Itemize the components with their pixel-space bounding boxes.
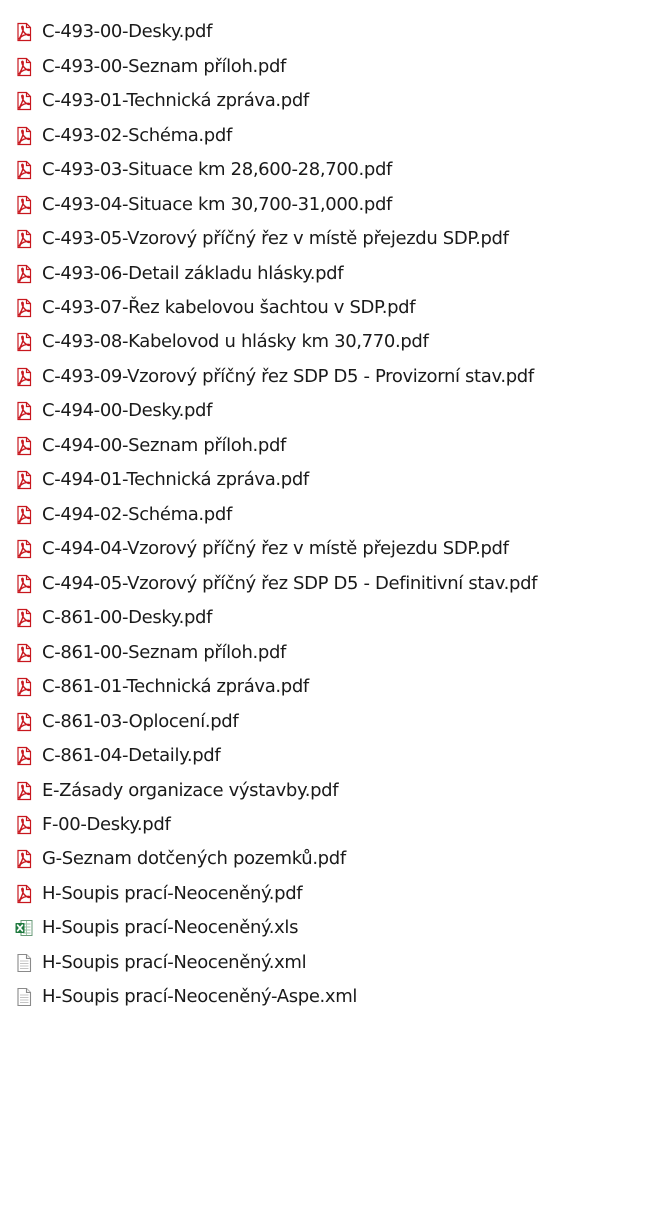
pdf-icon [14,849,34,869]
file-item[interactable]: H-Soupis prací-Neoceněný-Aspe.xml [0,980,656,1014]
pdf-icon [14,57,34,77]
file-item[interactable]: C-493-06-Detail základu hlásky.pdf [0,256,656,290]
file-name: H-Soupis prací-Neoceněný.pdf [42,882,303,904]
pdf-icon [14,298,34,318]
file-name: C-493-04-Situace km 30,700-31,000.pdf [42,193,393,215]
pdf-icon [14,436,34,456]
file-name: C-494-00-Seznam příloh.pdf [42,434,287,456]
file-name: F-00-Desky.pdf [42,814,171,836]
file-item[interactable]: F-00-Desky.pdf [0,808,656,842]
pdf-icon [14,332,34,352]
pdf-icon [14,505,34,525]
pdf-icon [14,781,34,801]
file-name: E-Zásady organizace výstavby.pdf [42,779,339,801]
text-file-icon [14,987,34,1007]
file-item[interactable]: C-494-00-Desky.pdf [0,394,656,428]
file-name: C-861-01-Technická zpráva.pdf [42,676,309,698]
file-name: H-Soupis prací-Neoceněný-Aspe.xml [42,986,358,1008]
pdf-icon [14,643,34,663]
file-item[interactable]: C-493-01-Technická zpráva.pdf [0,84,656,118]
text-file-icon [14,953,34,973]
file-name: C-494-04-Vzorový příčný řez v místě přej… [42,538,509,560]
pdf-icon [14,195,34,215]
file-name: C-494-01-Technická zpráva.pdf [42,469,309,491]
file-name: C-861-00-Seznam příloh.pdf [42,641,287,663]
file-name: H-Soupis prací-Neoceněný.xls [42,917,299,939]
pdf-icon [14,470,34,490]
file-name: C-494-02-Schéma.pdf [42,503,232,525]
file-item[interactable]: H-Soupis prací-Neoceněný.xls [0,911,656,945]
file-name: C-493-03-Situace km 28,600-28,700.pdf [42,159,393,181]
file-item[interactable]: C-494-05-Vzorový příčný řez SDP D5 - Def… [0,567,656,601]
file-name: C-493-09-Vzorový příčný řez SDP D5 - Pro… [42,365,534,387]
pdf-icon [14,712,34,732]
pdf-icon [14,608,34,628]
file-item[interactable]: E-Zásady organizace výstavby.pdf [0,773,656,807]
file-item[interactable]: C-861-04-Detaily.pdf [0,739,656,773]
file-item[interactable]: G-Seznam dotčených pozemků.pdf [0,842,656,876]
pdf-icon [14,160,34,180]
pdf-icon [14,126,34,146]
file-item[interactable]: C-493-00-Desky.pdf [0,15,656,49]
file-item[interactable]: C-494-04-Vzorový příčný řez v místě přej… [0,532,656,566]
file-name: C-494-00-Desky.pdf [42,400,213,422]
file-name: C-493-01-Technická zpráva.pdf [42,90,309,112]
file-name: H-Soupis prací-Neoceněný.xml [42,951,307,973]
file-item[interactable]: C-493-03-Situace km 28,600-28,700.pdf [0,153,656,187]
file-item[interactable]: C-493-00-Seznam příloh.pdf [0,49,656,83]
pdf-icon [14,367,34,387]
pdf-icon [14,884,34,904]
file-item[interactable]: H-Soupis prací-Neoceněný.pdf [0,877,656,911]
file-name: G-Seznam dotčených pozemků.pdf [42,848,346,870]
file-item[interactable]: C-861-00-Seznam příloh.pdf [0,635,656,669]
file-item[interactable]: C-493-08-Kabelovod u hlásky km 30,770.pd… [0,325,656,359]
excel-icon [14,918,34,938]
file-item[interactable]: C-493-02-Schéma.pdf [0,118,656,152]
file-item[interactable]: C-494-00-Seznam příloh.pdf [0,429,656,463]
pdf-icon [14,91,34,111]
file-name: C-494-05-Vzorový příčný řez SDP D5 - Def… [42,572,538,594]
file-name: C-493-06-Detail základu hlásky.pdf [42,262,344,284]
file-item[interactable]: C-494-02-Schéma.pdf [0,498,656,532]
pdf-icon [14,22,34,42]
pdf-icon [14,401,34,421]
pdf-icon [14,539,34,559]
file-item[interactable]: C-494-01-Technická zpráva.pdf [0,463,656,497]
file-item[interactable]: C-493-07-Řez kabelovou šachtou v SDP.pdf [0,291,656,325]
pdf-icon [14,815,34,835]
file-item[interactable]: C-493-05-Vzorový příčný řez v místě přej… [0,222,656,256]
file-item[interactable]: C-861-03-Oplocení.pdf [0,704,656,738]
pdf-icon [14,264,34,284]
pdf-icon [14,229,34,249]
file-item[interactable]: C-861-00-Desky.pdf [0,601,656,635]
pdf-icon [14,574,34,594]
file-item[interactable]: C-861-01-Technická zpráva.pdf [0,670,656,704]
file-name: C-861-04-Detaily.pdf [42,745,221,767]
file-name: C-493-07-Řez kabelovou šachtou v SDP.pdf [42,296,416,318]
file-item[interactable]: C-493-09-Vzorový příčný řez SDP D5 - Pro… [0,360,656,394]
file-name: C-493-08-Kabelovod u hlásky km 30,770.pd… [42,331,429,353]
file-name: C-493-00-Seznam příloh.pdf [42,55,287,77]
file-list: C-493-00-Desky.pdf C-493-00-Seznam příloh… [0,0,656,1015]
pdf-icon [14,677,34,697]
file-item[interactable]: C-493-04-Situace km 30,700-31,000.pdf [0,187,656,221]
file-name: C-493-00-Desky.pdf [42,21,213,43]
file-name: C-493-02-Schéma.pdf [42,124,232,146]
pdf-icon [14,746,34,766]
file-name: C-493-05-Vzorový příčný řez v místě přej… [42,228,509,250]
file-item[interactable]: H-Soupis prací-Neoceněný.xml [0,946,656,980]
file-name: C-861-00-Desky.pdf [42,607,213,629]
file-name: C-861-03-Oplocení.pdf [42,710,239,732]
